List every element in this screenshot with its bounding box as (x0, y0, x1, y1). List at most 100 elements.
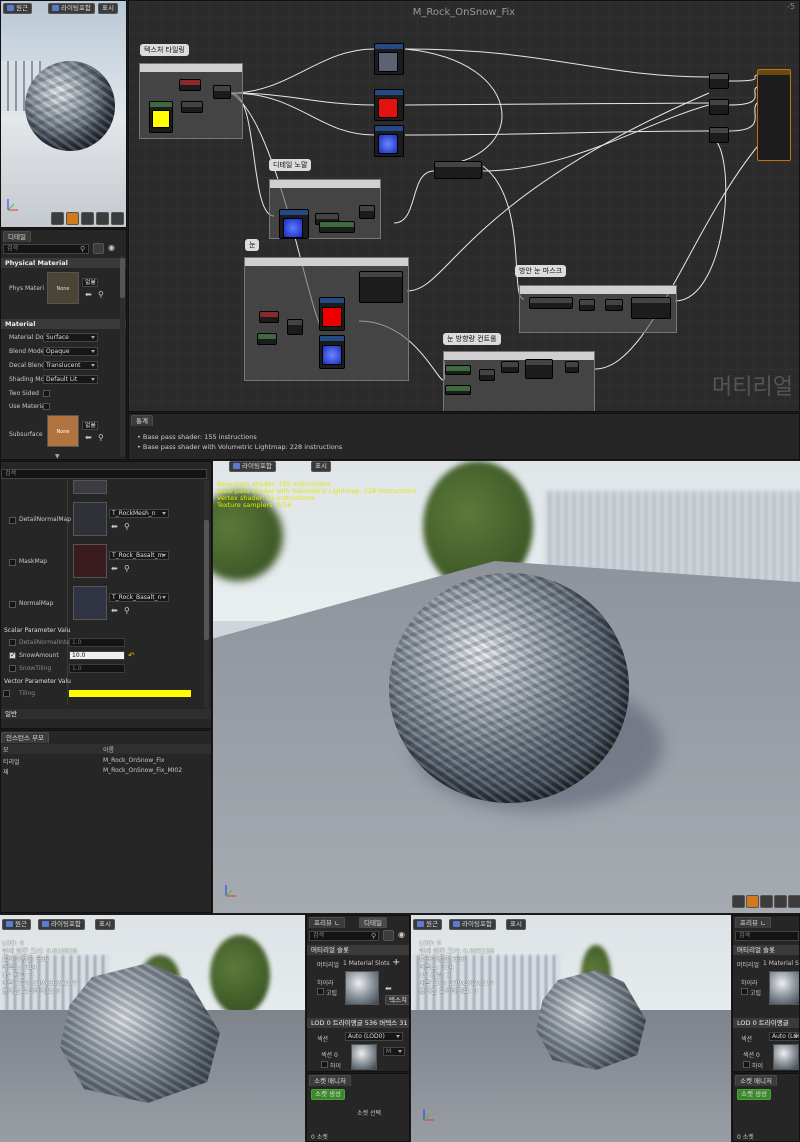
tiling-checkbox[interactable] (3, 690, 10, 697)
tab-preview-scene[interactable]: 프리뷰 ㄴ (309, 917, 345, 928)
append-node[interactable] (213, 85, 231, 99)
show-button[interactable]: 표시 (98, 3, 118, 14)
arrow-left-icon[interactable]: ⬅ (85, 290, 92, 299)
detail-normal-intensity-checkbox[interactable] (9, 639, 16, 646)
amount-multiply-node[interactable] (479, 369, 495, 381)
mask-power-node[interactable] (605, 299, 623, 311)
lerp-roughness-node[interactable] (709, 99, 729, 115)
snow-multiply-node[interactable] (287, 319, 303, 335)
normal-texture-node[interactable] (374, 125, 404, 157)
tab-details[interactable]: 디테일 (359, 917, 387, 928)
snow-amount-const-node[interactable] (445, 385, 471, 395)
preview-mesh-button[interactable] (788, 895, 800, 908)
basecolor-texture-node[interactable] (374, 43, 404, 75)
parent-row-name[interactable]: M_Rock_OnSnow_Fix (103, 757, 164, 764)
arrow-left-icon[interactable]: ⬅ (111, 606, 118, 615)
multiply-node[interactable] (181, 101, 203, 113)
add-slot-icon[interactable]: + (392, 957, 400, 968)
two-sided-checkbox[interactable] (43, 390, 50, 397)
snow-amount-param-node[interactable] (445, 365, 471, 375)
material-slots-category[interactable]: 머티리얼 슬롯 (307, 945, 409, 955)
perspective-button[interactable]: 원근 (413, 919, 442, 930)
details-scrollbar[interactable] (120, 256, 125, 456)
arrow-left-icon[interactable]: ⬅ (85, 433, 92, 442)
detail-normal-intensity-input[interactable]: 1.0 (69, 638, 125, 647)
browse-icon[interactable]: ⚲ (98, 433, 104, 442)
snow-tiling-input[interactable]: 1.0 (69, 664, 125, 673)
preview-plane-button[interactable] (760, 895, 773, 908)
lighting-button[interactable]: 라이팅포함 (48, 3, 95, 14)
detail-add-node[interactable] (359, 205, 375, 219)
section-material-thumb[interactable] (773, 1044, 799, 1070)
show-button[interactable]: 표시 (311, 461, 331, 472)
texcoord-node[interactable] (179, 79, 201, 91)
decal-blend-dropdown[interactable]: Translucent (43, 361, 98, 370)
mask-component-node[interactable] (579, 299, 595, 311)
tab-socket-manager[interactable]: 소켓 매니저 (309, 1075, 351, 1086)
blend-mode-dropdown[interactable]: Opaque (43, 347, 98, 356)
texture-button[interactable]: 텍스쳐 (385, 995, 409, 1005)
section-material-thumb[interactable] (351, 1044, 377, 1070)
section-highlight-checkbox[interactable] (321, 1061, 328, 1068)
preview-cube-button[interactable] (96, 212, 109, 225)
preview-mesh-button[interactable] (111, 212, 124, 225)
lighting-button[interactable]: 라이팅포함 (449, 919, 496, 930)
snow-world-align-node[interactable] (359, 271, 403, 303)
perspective-button[interactable]: 원근 (3, 3, 32, 14)
instance-scrollbar[interactable] (204, 480, 209, 708)
instance-viewport[interactable]: 라이팅포함 표시 Base pass shader: 155 instructi… (213, 461, 800, 913)
tab-stats[interactable]: 통계 (131, 415, 153, 426)
mask-map-dropdown[interactable]: T_Rock_Basalt_m (109, 551, 169, 560)
detail-normal-texture-node[interactable] (279, 209, 309, 239)
material-thumb[interactable] (345, 971, 379, 1005)
amount-clamp-node[interactable] (525, 359, 553, 379)
view-options-button[interactable] (93, 243, 104, 254)
arrow-left-icon[interactable]: ⬅ (111, 564, 118, 573)
preview-cylinder-button[interactable] (66, 212, 79, 225)
phys-material-thumbnail[interactable]: None (47, 272, 79, 304)
lod-category[interactable]: LOD 0 트라이앵글 (733, 1018, 799, 1028)
preview-cylinder-button[interactable] (746, 895, 759, 908)
browse-icon[interactable]: ⚲ (124, 564, 130, 573)
mask-map-checkbox[interactable] (9, 559, 16, 566)
use-material-checkbox[interactable] (43, 403, 50, 410)
section-dropdown[interactable]: Auto (LOD0 (769, 1032, 799, 1041)
normal-map-thumb[interactable] (73, 586, 107, 620)
material-domain-dropdown[interactable]: Surface (43, 333, 98, 342)
material-thumb[interactable] (769, 971, 799, 1005)
details-search-input[interactable]: 검색 (3, 244, 89, 254)
chevron-down-icon[interactable]: ▼ (55, 453, 60, 459)
view-options-button[interactable] (383, 930, 394, 941)
lerp-basecolor-node[interactable] (709, 73, 729, 89)
subsurface-thumbnail[interactable]: None (47, 415, 79, 447)
tiling-color-swatch[interactable] (69, 690, 191, 697)
arrow-left-icon[interactable]: ⬅ (385, 984, 392, 993)
tab-preview-scene[interactable]: 프리뷰 ㄴ (735, 917, 771, 928)
physical-material-category[interactable]: Physical Material (1, 258, 126, 268)
mesh-viewport-left[interactable]: 원근 라이팅포함 표시 LOD: 0 현재 화면 크기: 0.810928 트라… (0, 915, 305, 1142)
general-category[interactable]: 일반 (1, 709, 211, 719)
normal-map-checkbox[interactable] (9, 601, 16, 608)
highlight-checkbox[interactable] (741, 988, 748, 995)
lighting-button[interactable]: 라이팅포함 (38, 919, 85, 930)
amount-saturate-node[interactable] (565, 361, 579, 373)
section-highlight-checkbox[interactable] (743, 1061, 750, 1068)
snow-param-node[interactable] (257, 333, 277, 345)
material-slots-category[interactable]: 머티리얼 슬롯 (733, 945, 799, 955)
tab-instance-parents[interactable]: 인스턴스 부모 (1, 732, 49, 743)
preview-cube-button[interactable] (774, 895, 787, 908)
browse-icon[interactable]: ⚲ (98, 290, 104, 299)
section-material-dropdown[interactable]: M (383, 1047, 405, 1056)
mask-lerp-node[interactable] (631, 297, 671, 319)
tab-socket-manager[interactable]: 소켓 매니저 (735, 1075, 777, 1086)
material-preview-viewport[interactable]: 원근 라이팅포함 표시 (0, 0, 127, 228)
preview-sphere-button[interactable] (51, 212, 64, 225)
snow-tiling-checkbox[interactable] (9, 665, 16, 672)
mask-map-thumb[interactable] (73, 544, 107, 578)
show-button[interactable]: 표시 (95, 919, 115, 930)
reset-icon[interactable]: ↶ (128, 651, 135, 660)
snow-mask-texture-node[interactable] (319, 297, 345, 331)
lod-category[interactable]: LOD 0 트라이앵글 536 버텍스 31 (307, 1018, 409, 1028)
arrow-left-icon[interactable]: ⬅ (111, 522, 118, 531)
mask-texture-node[interactable] (374, 89, 404, 121)
